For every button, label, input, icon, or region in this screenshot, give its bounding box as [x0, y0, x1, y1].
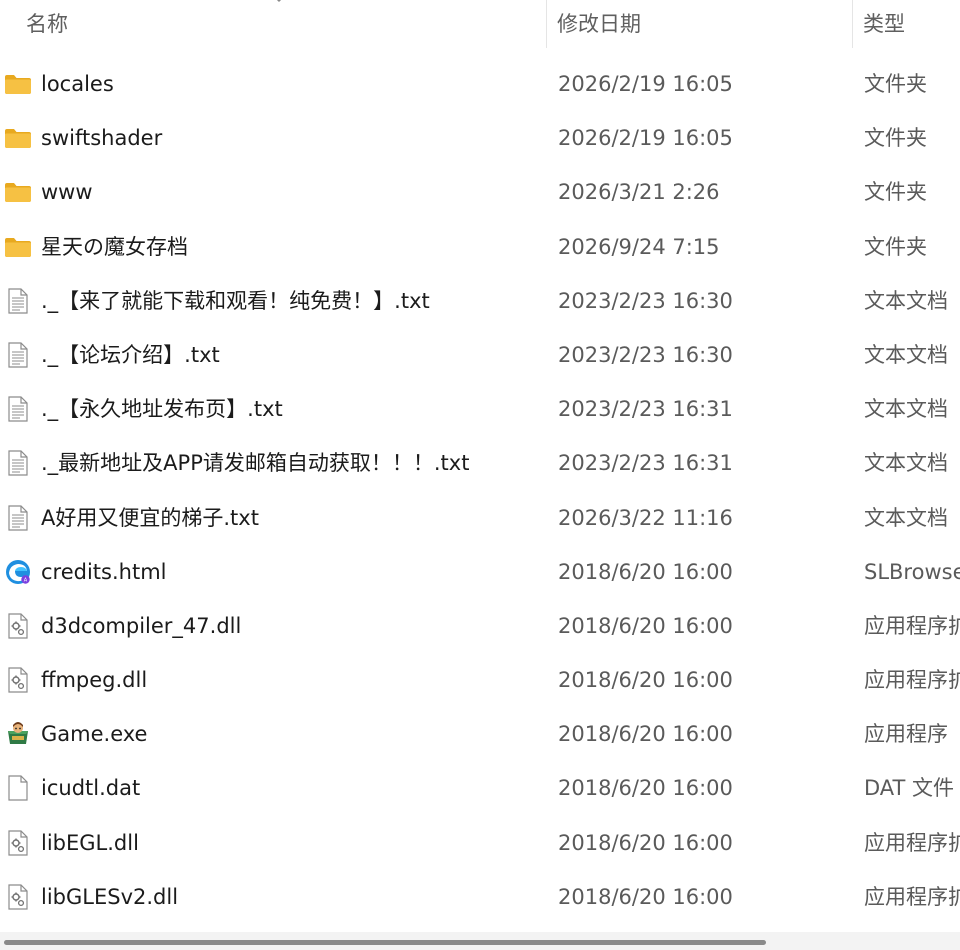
sort-chevron-icon — [276, 0, 282, 3]
file-type: 文本文档 — [864, 342, 948, 367]
text-file-icon — [4, 504, 32, 532]
file-name: Game.exe — [41, 722, 148, 747]
file-date: 2018/6/20 16:00 — [558, 613, 733, 638]
file-type: 应用程序 — [864, 722, 948, 747]
file-date: 2023/2/23 16:30 — [558, 288, 733, 313]
browser-html-icon: A — [4, 558, 32, 586]
text-file-icon — [4, 395, 32, 423]
file-name: A好用又便宜的梯子.txt — [41, 505, 259, 530]
column-header-bar: 名称 修改日期 类型 — [0, 0, 960, 48]
file-row[interactable]: libGLESv2.dll 2018/6/20 16:00 应用程序扩 — [0, 870, 960, 924]
file-date: 2026/3/21 2:26 — [558, 180, 720, 205]
file-name: ._最新地址及APP请发邮箱自动获取！！！.txt — [41, 451, 470, 476]
file-type: 文本文档 — [864, 397, 948, 422]
file-date: 2026/9/24 7:15 — [558, 234, 720, 259]
file-row[interactable]: A好用又便宜的梯子.txt 2026/3/22 11:16 文本文档 — [0, 491, 960, 545]
file-type: 文件夹 — [864, 234, 927, 259]
file-row[interactable]: icudtl.dat 2018/6/20 16:00 DAT 文件 — [0, 761, 960, 815]
folder-icon — [4, 233, 32, 261]
file-name: libEGL.dll — [41, 830, 139, 855]
file-type: 文本文档 — [864, 288, 948, 313]
file-row[interactable]: ._最新地址及APP请发邮箱自动获取！！！.txt 2023/2/23 16:31… — [0, 436, 960, 490]
column-divider[interactable] — [852, 0, 853, 48]
file-name: ffmpeg.dll — [41, 668, 148, 693]
file-row[interactable]: ._【永久地址发布页】.txt 2023/2/23 16:31 文本文档 — [0, 382, 960, 436]
dll-file-icon — [4, 612, 32, 640]
scrollbar-thumb[interactable] — [4, 940, 766, 945]
file-date: 2023/2/23 16:30 — [558, 342, 733, 367]
file-type: 应用程序扩 — [864, 613, 960, 638]
folder-icon — [4, 70, 32, 98]
file-name: 星天の魔女存档 — [41, 234, 188, 259]
dll-file-icon — [4, 666, 32, 694]
file-type: SLBrowse — [864, 559, 960, 584]
file-date: 2018/6/20 16:00 — [558, 884, 733, 909]
file-name: ._【来了就能下载和观看！纯免费！】.txt — [41, 288, 430, 313]
file-type: 应用程序扩 — [864, 830, 960, 855]
file-date: 2023/2/23 16:31 — [558, 451, 733, 476]
file-row[interactable]: libEGL.dll 2018/6/20 16:00 应用程序扩 — [0, 816, 960, 870]
file-name: locales — [41, 72, 114, 96]
file-type: 文件夹 — [864, 180, 927, 205]
file-type: 应用程序扩 — [864, 884, 960, 909]
file-row[interactable]: www 2026/3/21 2:26 文件夹 — [0, 165, 960, 219]
file-list: locales 2026/2/19 16:05 文件夹 swiftshader 202… — [0, 57, 960, 924]
file-name: www — [41, 180, 93, 205]
file-name: credits.html — [41, 559, 167, 584]
file-name: swiftshader — [41, 126, 163, 151]
file-date: 2018/6/20 16:00 — [558, 830, 733, 855]
file-name: ._【论坛介绍】.txt — [41, 342, 220, 367]
column-header-date[interactable]: 修改日期 — [557, 0, 641, 48]
folder-icon — [4, 178, 32, 206]
dll-file-icon — [4, 883, 32, 911]
text-file-icon — [4, 287, 32, 315]
file-type: 文本文档 — [864, 505, 948, 530]
file-date: 2026/2/19 16:05 — [558, 126, 733, 151]
file-type: 文件夹 — [864, 126, 927, 151]
text-file-icon — [4, 341, 32, 369]
column-divider[interactable] — [546, 0, 547, 48]
file-row[interactable]: ffmpeg.dll 2018/6/20 16:00 应用程序扩 — [0, 653, 960, 707]
file-name: icudtl.dat — [41, 776, 141, 801]
file-date: 2026/2/19 16:05 — [558, 72, 733, 96]
file-row[interactable]: Game.exe 2018/6/20 16:00 应用程序 — [0, 707, 960, 761]
file-type: 文件夹 — [864, 72, 927, 96]
file-type: DAT 文件 — [864, 776, 955, 801]
folder-icon — [4, 124, 32, 152]
file-date: 2018/6/20 16:00 — [558, 776, 733, 801]
file-row[interactable]: 星天の魔女存档 2026/9/24 7:15 文件夹 — [0, 220, 960, 274]
file-name: d3dcompiler_47.dll — [41, 613, 242, 638]
horizontal-scrollbar[interactable] — [0, 932, 960, 950]
file-date: 2023/2/23 16:31 — [558, 397, 733, 422]
file-row[interactable]: ._【论坛介绍】.txt 2023/2/23 16:30 文本文档 — [0, 328, 960, 382]
column-header-name[interactable]: 名称 — [26, 0, 68, 48]
file-row[interactable]: ._【来了就能下载和观看！纯免费！】.txt 2023/2/23 16:30 文本文… — [0, 274, 960, 328]
file-name: ._【永久地址发布页】.txt — [41, 397, 283, 422]
file-date: 2018/6/20 16:00 — [558, 722, 733, 747]
file-explorer-list: 名称 修改日期 类型 locales 2026/2/19 16:05 文件夹 swi… — [0, 0, 960, 950]
file-row[interactable]: d3dcompiler_47.dll 2018/6/20 16:00 应用程序扩 — [0, 599, 960, 653]
file-date: 2026/3/22 11:16 — [558, 505, 733, 530]
file-name: libGLESv2.dll — [41, 884, 179, 909]
blank-file-icon — [4, 774, 32, 802]
file-type: 应用程序扩 — [864, 668, 960, 693]
svg-text:A: A — [24, 577, 28, 583]
game-exe-icon — [4, 720, 32, 748]
column-header-type[interactable]: 类型 — [863, 0, 905, 48]
file-row[interactable]: Acredits.html 2018/6/20 16:00 SLBrowse — [0, 545, 960, 599]
dll-file-icon — [4, 829, 32, 857]
file-row[interactable]: locales 2026/2/19 16:05 文件夹 — [0, 57, 960, 111]
file-date: 2018/6/20 16:00 — [558, 559, 733, 584]
file-row[interactable]: swiftshader 2026/2/19 16:05 文件夹 — [0, 111, 960, 165]
file-date: 2018/6/20 16:00 — [558, 668, 733, 693]
file-type: 文本文档 — [864, 451, 948, 476]
text-file-icon — [4, 449, 32, 477]
